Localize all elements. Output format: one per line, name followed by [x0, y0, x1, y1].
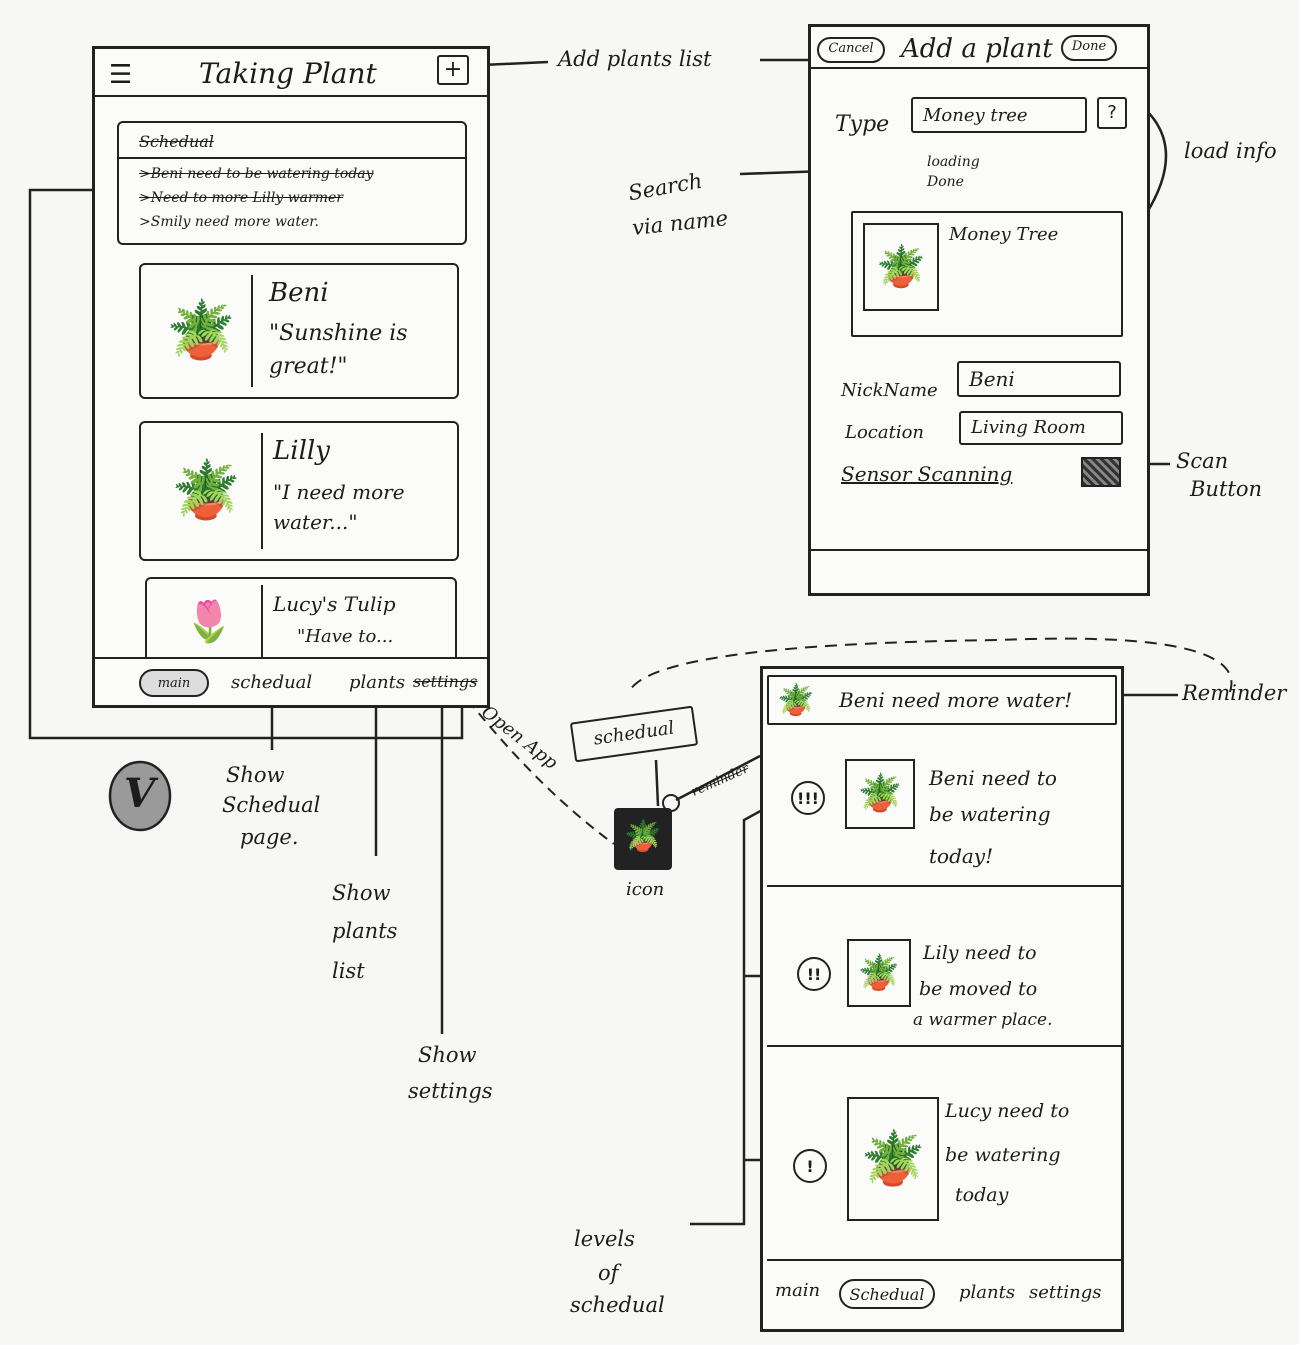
- schedule-heading: Schedual: [139, 132, 214, 151]
- loading-text: loading Done: [927, 154, 980, 190]
- plant-pot-icon: 🪴: [847, 939, 911, 1007]
- scan-button[interactable]: [1081, 457, 1121, 487]
- plant-card-beni[interactable]: 🪴 Beni "Sunshine is great!": [139, 263, 459, 399]
- plus-icon: +: [443, 57, 463, 82]
- urgency-level-badge: !!!: [791, 781, 825, 815]
- annotation-levels-of-schedual: of: [598, 1261, 619, 1285]
- schedule-text-line: Lucy need to: [945, 1100, 1070, 1122]
- schedule-summary[interactable]: Schedual >Beni need to be watering today…: [117, 121, 467, 245]
- annotation-levels-of-schedual: schedual: [570, 1293, 665, 1317]
- tab-main[interactable]: main: [139, 669, 209, 697]
- plant-card-lilly[interactable]: 🪴 Lilly "I need more water...": [139, 421, 459, 561]
- add-plant-title: Add a plant: [901, 34, 1053, 64]
- tab-settings[interactable]: settings: [1029, 1283, 1101, 1303]
- schedule-item[interactable]: !! 🪴 Lily need to be moved to a warmer p…: [763, 931, 1121, 1041]
- tab-plants[interactable]: plants: [349, 673, 405, 693]
- schedule-item: >Smily need more water.: [139, 214, 319, 230]
- plant-pot-icon: 🪴: [777, 683, 815, 718]
- icon-label: icon: [626, 879, 665, 900]
- schedule-text-line: be watering: [945, 1144, 1061, 1166]
- result-title: Money Tree: [949, 224, 1059, 245]
- annotation-show-settings: settings: [408, 1079, 493, 1103]
- schedual-tag-label: schedual: [592, 717, 676, 750]
- tulip-icon: 🌷: [157, 585, 263, 659]
- tab-schedual[interactable]: Schedual: [839, 1279, 935, 1309]
- type-input[interactable]: Money tree: [911, 97, 1087, 133]
- question-icon: ?: [1107, 102, 1117, 123]
- tab-settings[interactable]: settings: [413, 673, 477, 691]
- app-icon[interactable]: 🪴: [614, 808, 672, 870]
- cancel-button[interactable]: Cancel: [817, 37, 885, 63]
- urgency-level-badge: !: [793, 1149, 827, 1183]
- reminder-banner[interactable]: 🪴 Beni need more water!: [767, 675, 1117, 725]
- help-button[interactable]: ?: [1097, 97, 1127, 129]
- plant-pot-icon: 🪴: [847, 1097, 939, 1221]
- plant-result-card[interactable]: 🪴 Money Tree: [851, 211, 1123, 337]
- type-label: Type: [835, 112, 890, 137]
- add-plant-button[interactable]: +: [437, 55, 469, 85]
- plant-pot-icon: 🪴: [151, 275, 253, 387]
- plant-pot-icon: 🪴: [151, 433, 263, 549]
- nickname-input[interactable]: Beni: [957, 361, 1121, 397]
- schedule-text-line: today: [955, 1184, 1009, 1206]
- plant-message: "I need more water...": [273, 480, 405, 534]
- plant-name: Beni: [269, 278, 329, 308]
- location-value: Living Room: [971, 417, 1086, 438]
- annotation-show-schedual-page: Schedual: [222, 793, 321, 817]
- annotation-show-settings: Show: [418, 1043, 477, 1067]
- plant-thumbnail-icon: 🪴: [863, 223, 939, 311]
- main-screen-title: Taking Plant: [199, 57, 377, 90]
- notification-badge: [662, 794, 680, 812]
- schedule-text-line: be watering: [929, 802, 1051, 826]
- plant-pot-icon: 🪴: [845, 759, 915, 829]
- annotation-add-plants-list: Add plants list: [558, 47, 712, 71]
- schedule-item: >Need to more Lilly warmer: [139, 190, 343, 206]
- annotation-reminder: Reminder: [1182, 681, 1287, 705]
- schedule-text-line: today!: [929, 844, 994, 868]
- schedule-item[interactable]: ! 🪴 Lucy need to be watering today: [763, 1089, 1121, 1239]
- plant-name: Lilly: [273, 436, 330, 466]
- tab-schedual[interactable]: schedual: [231, 673, 312, 693]
- annotation-show-plants-list: Show: [332, 881, 391, 905]
- schedule-item[interactable]: !!! 🪴 Beni need to be watering today!: [763, 749, 1121, 881]
- done-button[interactable]: Done: [1061, 35, 1117, 61]
- plant-message: "Have to...: [297, 626, 394, 647]
- annotation-scan-button: Button: [1190, 477, 1263, 501]
- tab-plants[interactable]: plants: [959, 1283, 1015, 1303]
- location-input[interactable]: Living Room: [959, 411, 1123, 445]
- annotation-levels-of-schedual: levels: [574, 1227, 635, 1251]
- main-screen: ☰ Taking Plant + Schedual >Beni need to …: [92, 46, 490, 708]
- annotation-show-schedual-page: page.: [240, 825, 299, 849]
- urgency-level-badge: !!: [797, 957, 831, 991]
- annotation-show-schedual-page: Show: [226, 763, 285, 787]
- schedule-text-line: a warmer place.: [913, 1010, 1053, 1030]
- annotation-load-info: load info: [1184, 139, 1277, 163]
- nickname-value: Beni: [969, 367, 1015, 391]
- schedule-text-line: Beni need to: [929, 766, 1057, 790]
- check-mark-icon: V: [124, 770, 156, 817]
- tab-main[interactable]: main: [775, 1281, 820, 1301]
- add-plant-screen: Cancel Add a plant Done Type Money tree …: [808, 24, 1150, 596]
- schedule-text-line: be moved to: [919, 978, 1038, 1000]
- schedule-text-line: Lily need to: [923, 942, 1037, 964]
- annotation-show-plants-list: list: [332, 959, 365, 983]
- schedule-item: >Beni need to be watering today: [139, 166, 374, 182]
- nickname-label: NickName: [841, 380, 938, 401]
- annotation-show-plants-list: plants: [332, 919, 398, 943]
- annotation-scan-button: Scan: [1176, 449, 1229, 473]
- plant-card-lucy-tulip[interactable]: 🌷 Lucy's Tulip "Have to...: [145, 577, 457, 659]
- hamburger-menu-icon[interactable]: ☰: [109, 61, 132, 90]
- type-value: Money tree: [923, 105, 1028, 126]
- plant-message: "Sunshine is great!": [269, 321, 408, 379]
- reminder-text: Beni need more water!: [839, 688, 1073, 712]
- plant-name: Lucy's Tulip: [273, 592, 396, 616]
- schedule-screen: 🪴 Beni need more water! !!! 🪴 Beni need …: [760, 666, 1124, 1332]
- location-label: Location: [845, 422, 925, 443]
- sensor-scanning-label: Sensor Scanning: [841, 462, 1013, 486]
